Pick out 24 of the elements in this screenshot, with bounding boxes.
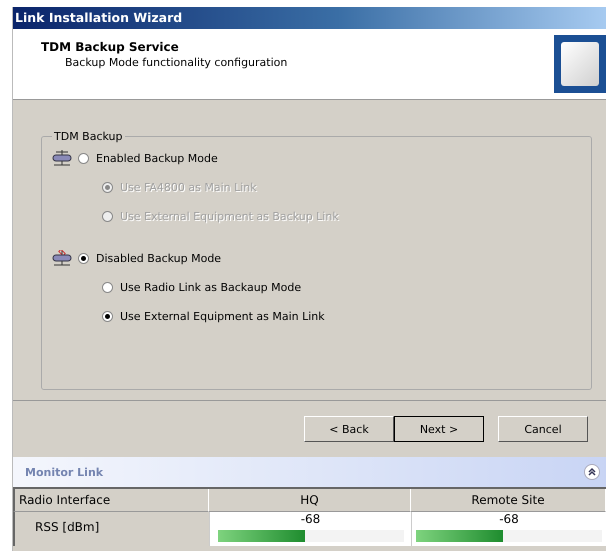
radio-label[interactable]: Enabled Backup Mode: [96, 152, 218, 164]
wizard-button[interactable]: Next >: [394, 416, 484, 442]
rss-reading: -68: [300, 512, 320, 526]
wizard-button[interactable]: < Back: [304, 416, 394, 442]
radio-button[interactable]: [102, 282, 113, 292]
antenna-panel-icon: [554, 35, 606, 93]
network-device-icon: [52, 150, 72, 166]
radio-button[interactable]: [102, 310, 113, 322]
network-device-icon: [52, 250, 72, 266]
page-subtitle: Backup Mode functionality configuration: [64, 55, 288, 69]
column-header: Radio Interface: [13, 489, 209, 512]
radio-button[interactable]: [78, 152, 89, 164]
collapse-button[interactable]: [584, 464, 600, 480]
radio-label[interactable]: Disabled Backup Mode: [96, 252, 222, 264]
double-chevron-icon: [587, 467, 597, 477]
page-title: TDM Backup Service: [41, 40, 180, 54]
radio-label[interactable]: Use Radio Link as Backaup Mode: [120, 280, 302, 294]
group-title: TDM Backup: [53, 130, 124, 143]
rss-reading: -68: [499, 512, 519, 526]
monitor-title: Monitor Link: [25, 466, 104, 478]
radio-button[interactable]: [78, 252, 89, 264]
radio-label[interactable]: Use External Equipment as Main Link: [120, 310, 325, 322]
wizard-button[interactable]: Cancel: [498, 416, 588, 442]
window-title: Link Installation Wizard: [13, 7, 606, 29]
